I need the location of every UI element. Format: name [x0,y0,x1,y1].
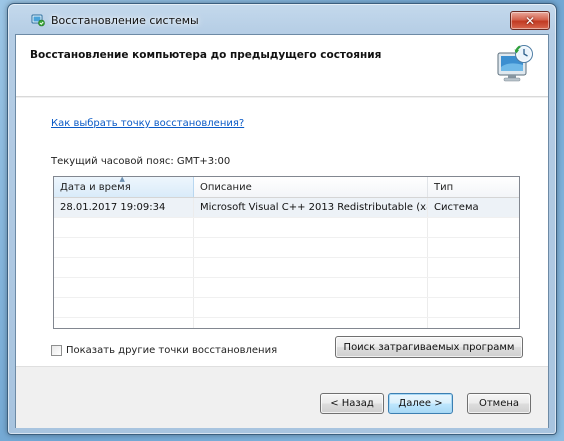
cell-date: 28.01.2017 19:09:34 [54,198,194,217]
timezone-label: Текущий часовой пояс: GMT+3:00 [51,156,231,167]
window-title: Восстановление системы [51,14,199,27]
column-header-type[interactable]: Тип [428,177,519,197]
dialog-header: Восстановление компьютера до предыдущего… [16,35,548,97]
column-header-description[interactable]: Описание [194,177,428,197]
table-header: ▲ Дата и время Описание Тип [54,177,519,198]
dialog-client-area: Восстановление компьютера до предыдущего… [15,34,549,428]
table-row-empty [54,318,519,328]
close-button[interactable]: ✕ [510,11,550,30]
cell-type: Система [434,202,479,213]
sort-ascending-icon: ▲ [119,176,125,183]
show-more-label: Показать другие точки восстановления [66,345,278,356]
back-button[interactable]: < Назад [320,393,384,414]
table-row-empty [54,298,519,318]
cancel-button[interactable]: Отмена [467,393,531,414]
table-row-empty [54,278,519,298]
page-title: Восстановление компьютера до предыдущего… [30,49,382,61]
system-restore-window: Восстановление системы ✕ Восстановление … [7,3,557,435]
restore-points-table[interactable]: ▲ Дата и время Описание Тип 28.01.2017 1… [53,176,520,329]
system-restore-monitor-icon [497,45,533,82]
column-header-label: Описание [200,182,252,193]
table-row-empty [54,258,519,278]
show-more-restore-points-option[interactable]: Показать другие точки восстановления [51,345,277,356]
dialog-footer: < Назад Далее > Отмена [16,366,548,428]
table-row-empty [54,238,519,258]
table-row-empty [54,218,519,238]
system-restore-icon [31,14,45,27]
column-header-label: Тип [434,182,454,193]
next-button[interactable]: Далее > [388,393,453,414]
help-restore-point-link[interactable]: Как выбрать точку восстановления? [51,118,244,129]
scan-affected-programs-button[interactable]: Поиск затрагиваемых программ [335,336,523,358]
column-header-label: Дата и время [60,182,131,193]
column-header-date[interactable]: ▲ Дата и время [54,177,194,197]
cell-description: Microsoft Visual C++ 2013 Redistributabl… [194,198,428,217]
table-row[interactable]: 28.01.2017 19:09:34 Microsoft Visual C++… [54,198,519,218]
close-icon: ✕ [524,13,536,28]
title-bar[interactable]: Восстановление системы ✕ [8,4,556,34]
show-more-checkbox[interactable] [51,345,62,356]
dialog-content: Как выбрать точку восстановления? Текущи… [16,98,548,366]
